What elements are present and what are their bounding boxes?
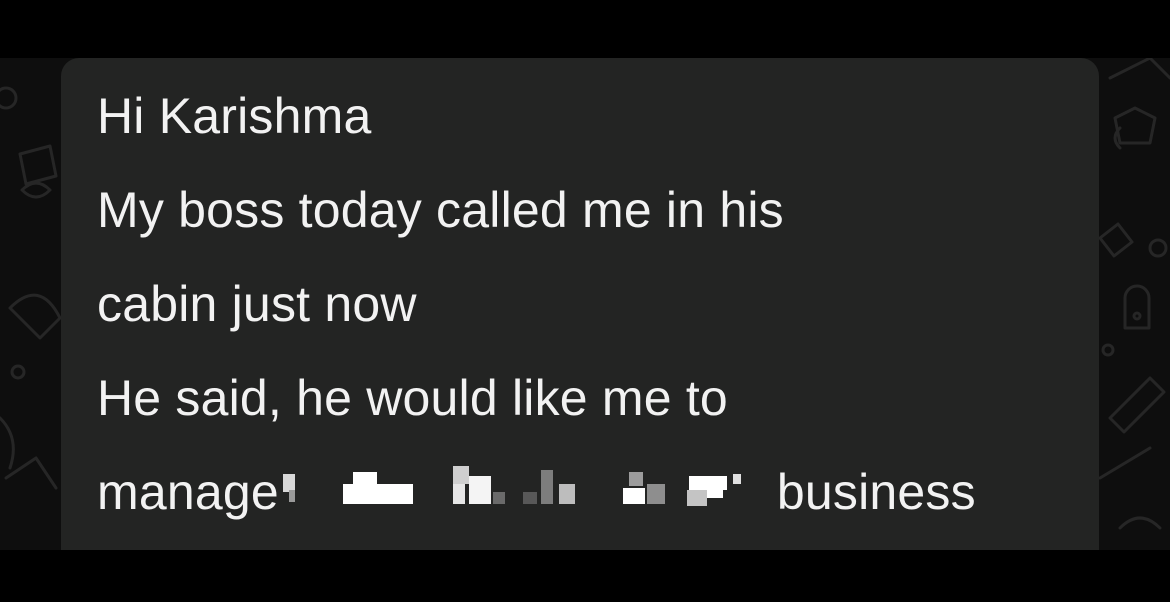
message-line-4: He said, he would like me to [97,370,728,426]
message-line-3: cabin just now [97,276,417,332]
top-bar [0,0,1170,58]
bottom-bar [0,550,1170,602]
message-line-5: manage business [97,462,976,522]
message-word-manage: manage [97,464,279,520]
message-word-business: business [776,464,976,520]
message-line-2: My boss today called me in his [97,182,784,238]
message-bubble[interactable]: Hi Karishma My boss today called me in h… [61,58,1099,550]
message-line-1: Hi Karishma [97,88,372,144]
redacted-text-pixelation [282,462,769,522]
